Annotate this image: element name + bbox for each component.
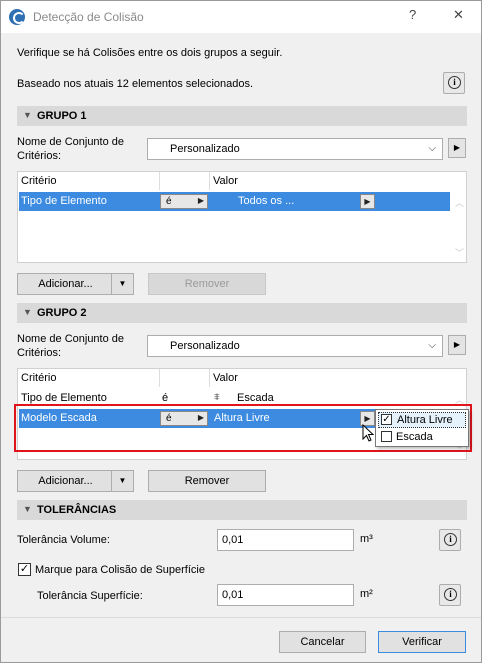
group2-criteria-set-value: Personalizado: [170, 340, 240, 352]
volume-tolerance-input[interactable]: 0,01: [217, 529, 354, 551]
surface-tolerance-label: Tolerância Superfície:: [37, 590, 143, 602]
surface-tolerance-value: 0,01: [222, 589, 244, 601]
group2-criteria-set-menu-button[interactable]: ▶: [448, 335, 466, 355]
group2-criteria-label-1: Nome de Conjunto de: [17, 333, 125, 345]
footer-divider: [1, 617, 481, 618]
group2-header[interactable]: ▼ GRUPO 2: [17, 303, 467, 323]
popup-option-altura-livre[interactable]: ✓ Altura Livre: [378, 412, 466, 428]
chevron-down-icon: ⌵: [428, 143, 436, 154]
surface-collision-label: Marque para Colisão de Superfície: [35, 564, 205, 576]
row-criterion: Tipo de Elemento: [21, 195, 107, 207]
group2-add-button[interactable]: Adicionar... ▼: [17, 470, 134, 492]
info-button-surface[interactable]: i: [439, 584, 461, 606]
info-icon: i: [444, 588, 457, 601]
operator-dropdown[interactable]: é ▶: [160, 194, 208, 209]
column-divider: [209, 172, 210, 190]
group1-criteria-label-1: Nome de Conjunto de: [17, 136, 125, 148]
tolerances-header[interactable]: ▼ TOLERÂNCIAS: [17, 500, 467, 520]
help-button[interactable]: ?: [409, 7, 416, 22]
chevron-down-icon: ▼: [23, 307, 32, 317]
volume-tolerance-value: 0,01: [222, 534, 244, 546]
checkbox-checked[interactable]: ✓: [381, 414, 392, 425]
row-value: Escada: [237, 392, 274, 404]
group1-remove-button[interactable]: Remover: [148, 273, 266, 295]
value-menu-button[interactable]: ▶: [360, 194, 375, 209]
intro-text: Verifique se há Colisões entre os dois g…: [17, 47, 283, 59]
group1-criteria-set-value: Personalizado: [170, 143, 240, 155]
table-row[interactable]: Tipo de Elemento é ▶ Todos os ... ▶: [19, 192, 450, 211]
group1-criteria-label-2: Critérios:: [17, 150, 62, 162]
chevron-down-icon[interactable]: ▼: [111, 471, 133, 491]
window-title: Detecção de Colisão: [33, 10, 144, 24]
chevron-right-icon: ▶: [197, 196, 204, 205]
popup-option-label: Escada: [396, 431, 433, 443]
verify-button[interactable]: Verificar: [378, 631, 466, 653]
group2-add-label: Adicionar...: [38, 475, 93, 487]
stair-icon: ⩨: [214, 392, 220, 403]
row-operator: é: [162, 392, 169, 404]
info-icon: i: [444, 533, 457, 546]
column-header-value: Valor: [213, 372, 238, 384]
info-icon: i: [448, 76, 461, 89]
chevron-down-icon: ⌵: [428, 340, 436, 351]
info-button-intro[interactable]: i: [443, 72, 465, 94]
surface-unit: m²: [360, 588, 373, 600]
popup-option-label: Altura Livre: [397, 414, 453, 426]
tolerances-title: TOLERÂNCIAS: [37, 504, 117, 516]
column-header-criterion: Critério: [21, 175, 57, 187]
column-divider: [159, 172, 160, 190]
close-button[interactable]: ✕: [453, 7, 464, 23]
column-header-value: Valor: [213, 175, 238, 187]
selection-summary: Baseado nos atuais 12 elementos selecion…: [17, 78, 254, 90]
surface-collision-checkbox[interactable]: ✓: [18, 563, 31, 576]
title-bar: Detecção de Colisão ? ✕: [1, 1, 481, 33]
row-value: Todos os ...: [238, 195, 295, 207]
group1-criteria-set-dropdown[interactable]: Personalizado ⌵: [147, 138, 443, 160]
volume-tolerance-label: Tolerância Volume:: [17, 534, 110, 546]
group1-title: GRUPO 1: [37, 110, 87, 122]
chevron-down-icon: ▼: [23, 110, 32, 120]
group1-header[interactable]: ▼ GRUPO 1: [17, 106, 467, 126]
checkbox-unchecked[interactable]: [381, 431, 392, 442]
group2-criteria-label-2: Critérios:: [17, 347, 62, 359]
scroll-up-icon[interactable]: ︿: [455, 196, 464, 209]
mouse-cursor-icon: [362, 424, 375, 442]
group1-add-button[interactable]: Adicionar... ▼: [17, 273, 134, 295]
operator-value: é: [166, 196, 172, 207]
surface-tolerance-input[interactable]: 0,01: [217, 584, 354, 606]
group2-title: GRUPO 2: [37, 307, 87, 319]
group1-add-label: Adicionar...: [38, 278, 93, 290]
group1-criteria-table: Critério Valor Tipo de Elemento é ▶ Todo…: [17, 171, 467, 263]
value-options-popup: ✓ Altura Livre Escada: [375, 409, 469, 447]
collision-detection-dialog: Detecção de Colisão ? ✕ Verifique se há …: [0, 0, 482, 663]
chevron-down-icon: ▼: [23, 504, 32, 514]
group1-criteria-set-menu-button[interactable]: ▶: [448, 138, 466, 158]
scroll-down-icon[interactable]: ﹀: [455, 246, 464, 259]
column-divider: [159, 369, 160, 387]
cancel-button[interactable]: Cancelar: [279, 631, 366, 653]
info-button-volume[interactable]: i: [439, 529, 461, 551]
column-divider: [209, 369, 210, 387]
group2-remove-button[interactable]: Remover: [148, 470, 266, 492]
chevron-down-icon[interactable]: ▼: [111, 274, 133, 294]
column-header-criterion: Critério: [21, 372, 57, 384]
row-criterion: Tipo de Elemento: [21, 392, 107, 404]
volume-unit: m³: [360, 533, 373, 545]
popup-option-escada[interactable]: Escada: [378, 430, 466, 446]
group2-criteria-set-dropdown[interactable]: Personalizado ⌵: [147, 335, 443, 357]
app-icon: [9, 9, 25, 25]
